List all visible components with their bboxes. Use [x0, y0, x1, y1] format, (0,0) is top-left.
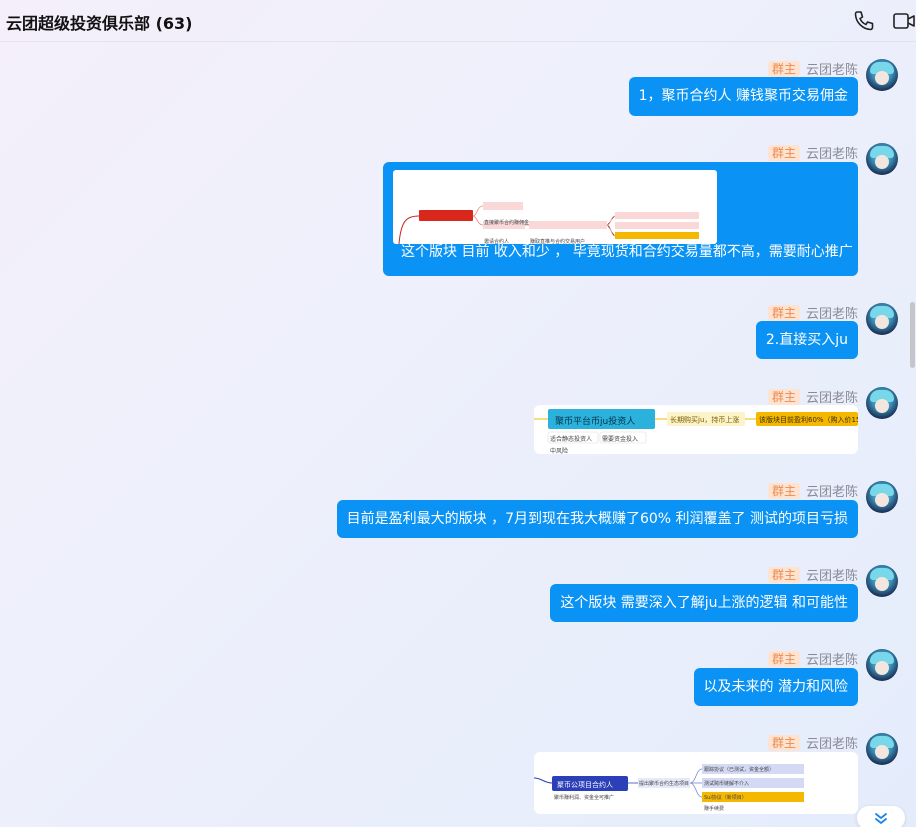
sender-name: 云团老陈	[805, 391, 858, 406]
sender-name: 云团老陈	[805, 737, 858, 752]
scrollbar[interactable]	[910, 302, 915, 368]
mindmap-node: 测试跨币链解不介入	[704, 781, 750, 787]
video-call-icon[interactable]	[892, 9, 916, 33]
mindmap-node: 该版块目前盈利60%（购入价15	[759, 416, 858, 424]
mindmap-root: 聚币合约人	[422, 228, 453, 235]
mindmap-node: 赚手续费	[704, 806, 725, 812]
mindmap-root: 聚币公项目合约人	[557, 781, 613, 789]
message-bubble[interactable]: 这个版块 需要深入了解ju上涨的逻辑 和可能性	[550, 584, 858, 622]
mindmap-node: 长期购买ju，持币上涨	[670, 416, 740, 424]
mindmap-node: 聚币赚利润、资金全可推广	[554, 795, 615, 801]
mindmap-image[interactable]: 聚币平台币ju投资人 长期购买ju，持币上涨 该版块目前盈利60%（购入价15 …	[534, 405, 858, 454]
message-text: 这个版块 目前 收入和少 ， 毕竟现货和合约交易量都不高，需要耐心推广	[401, 244, 853, 260]
owner-badge: 群主	[767, 734, 800, 751]
message-meta: 群主 云团老陈	[767, 649, 858, 668]
mindmap-node: Sui协议（新项目）	[704, 795, 747, 801]
message-meta: 群主 云团老陈	[767, 303, 858, 322]
owner-badge: 群主	[767, 566, 800, 583]
avatar[interactable]	[866, 565, 898, 597]
message-meta: 群主 云团老陈	[767, 143, 858, 162]
mindmap-image[interactable]: 聚币合约人 直接聚币合约赚佣金 邀请合约人 赚取直推与合约交易用户	[393, 170, 717, 244]
sender-name: 云团老陈	[805, 569, 858, 584]
message-bubble[interactable]: 2.直接买入ju	[755, 321, 858, 359]
sender-name: 云团老陈	[805, 653, 858, 668]
message-bubble[interactable]: 1，聚币合约人 赚钱聚币交易佣金	[628, 77, 858, 116]
sender-name: 云团老陈	[805, 63, 858, 78]
mindmap-node: 提出聚币合约生态项目	[639, 781, 690, 787]
message-meta: 群主 云团老陈	[767, 565, 858, 584]
mindmap-node: 赚取直推与合约交易用户	[530, 239, 586, 244]
message-meta: 群主 云团老陈	[767, 387, 858, 406]
chat-header: 云团超级投资俱乐部 (63)	[0, 0, 916, 42]
owner-badge: 群主	[767, 388, 800, 405]
mindmap-node: 跟踪协议（已测试，资金全额）	[704, 767, 775, 773]
message-bubble[interactable]: 聚币合约人 直接聚币合约赚佣金 邀请合约人 赚取直推与合约交易用户 这个版块 目…	[383, 162, 858, 276]
message-bubble[interactable]: 以及未来的 潜力和风险	[693, 668, 858, 706]
scroll-to-bottom-button[interactable]	[857, 806, 905, 827]
message-meta: 群主 云团老陈	[767, 733, 858, 752]
owner-badge: 群主	[767, 650, 800, 667]
mindmap-node: 中风险	[550, 448, 569, 454]
sender-name: 云团老陈	[805, 485, 858, 500]
message-meta: 群主 云团老陈	[767, 481, 858, 500]
avatar[interactable]	[866, 733, 898, 765]
owner-badge: 群主	[767, 144, 800, 161]
mindmap-node: 需要资金投入	[602, 436, 639, 443]
sender-name: 云团老陈	[805, 147, 858, 162]
sender-name: 云团老陈	[805, 307, 858, 322]
owner-badge: 群主	[767, 60, 800, 77]
message-meta: 群主 云团老陈	[767, 59, 858, 78]
message-bubble[interactable]: 目前是盈利最大的版块 ，7月到现在我大概赚了60% 利润覆盖了 测试的项目亏损	[336, 500, 858, 538]
avatar[interactable]	[866, 387, 898, 419]
owner-badge: 群主	[767, 482, 800, 499]
chevron-double-down-icon	[875, 813, 887, 824]
mindmap-node: 邀请合约人	[484, 239, 510, 244]
avatar[interactable]	[866, 59, 898, 91]
avatar[interactable]	[866, 481, 898, 513]
owner-badge: 群主	[767, 304, 800, 321]
mindmap-image[interactable]: 聚币公项目合约人 提出聚币合约生态项目 跟踪协议（已测试，资金全额） 测试跨币链…	[534, 752, 858, 814]
mindmap-root: 聚币平台币ju投资人	[555, 417, 636, 427]
avatar[interactable]	[866, 649, 898, 681]
avatar[interactable]	[866, 303, 898, 335]
avatar[interactable]	[866, 143, 898, 175]
phone-icon[interactable]	[852, 9, 876, 33]
mindmap-node: 适合静态投资人	[550, 436, 593, 443]
chat-title: 云团超级投资俱乐部 (63)	[6, 14, 193, 33]
